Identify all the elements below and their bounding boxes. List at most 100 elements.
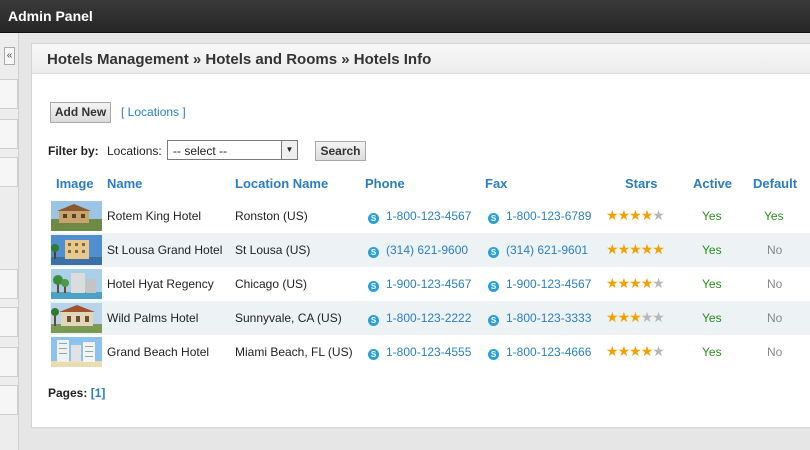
default-status: No (767, 311, 783, 325)
star-filled-icon: ★ (629, 207, 642, 223)
add-new-button[interactable]: Add New (50, 102, 111, 123)
star-filled-icon: ★ (640, 241, 654, 257)
hotel-thumbnail[interactable] (51, 269, 102, 299)
phone-link[interactable]: 1-800-123-4555 (386, 345, 471, 359)
star-filled-icon: ★ (640, 343, 654, 359)
star-empty-icon: ★ (652, 343, 665, 359)
column-header-stars[interactable]: Stars (625, 176, 658, 191)
star-filled-icon: ★ (617, 207, 631, 223)
default-status: No (767, 277, 783, 291)
table-row: St Lousa Grand Hotel St Lousa (US) S (314… (50, 233, 810, 267)
fax-cell[interactable]: S 1-800-123-6789 (488, 209, 591, 224)
sidebar-tab[interactable] (0, 157, 18, 187)
column-header-default[interactable]: Default (753, 176, 797, 191)
hotel-thumbnail[interactable] (51, 337, 102, 367)
column-header-active[interactable]: Active (693, 176, 732, 191)
table-row: Rotem King Hotel Ronston (US) S 1-800-123… (50, 199, 810, 233)
skype-icon[interactable]: S (368, 281, 379, 292)
skype-icon[interactable]: S (368, 315, 379, 326)
sidebar-tab[interactable] (0, 119, 18, 149)
star-filled-icon: ★ (606, 241, 619, 257)
phone-cell[interactable]: S 1-900-123-4567 (368, 277, 471, 292)
star-filled-icon: ★ (617, 343, 631, 359)
filter-label: Filter by: (48, 144, 99, 158)
panel-header: Hotels Management » Hotels and Rooms » H… (32, 44, 810, 74)
column-header-image[interactable]: Image (56, 176, 94, 191)
phone-link[interactable]: (314) 621-9600 (386, 243, 468, 257)
column-header-phone[interactable]: Phone (365, 176, 405, 191)
hotel-thumbnail[interactable] (51, 235, 102, 265)
hotel-thumbnail[interactable] (51, 303, 102, 333)
skype-icon[interactable]: S (368, 213, 379, 224)
page-link-1[interactable]: [1] (91, 386, 106, 400)
column-header-name[interactable]: Name (107, 176, 142, 191)
sidebar-tab[interactable] (0, 307, 18, 337)
fax-cell[interactable]: S (314) 621-9601 (488, 243, 588, 258)
phone-link[interactable]: 1-900-123-4567 (386, 277, 471, 291)
star-rating: ★★★★★ (606, 241, 665, 257)
location-name: Sunnyvale, CA (US) (235, 311, 342, 325)
hotel-name: Rotem King Hotel (107, 209, 202, 223)
sidebar: « (0, 33, 19, 450)
fax-cell[interactable]: S 1-900-123-4567 (488, 277, 591, 292)
sidebar-tab[interactable] (0, 385, 18, 415)
fax-link[interactable]: 1-900-123-4567 (506, 277, 591, 291)
column-header-fax[interactable]: Fax (485, 176, 507, 191)
phone-cell[interactable]: S 1-800-123-2222 (368, 311, 471, 326)
skype-icon[interactable]: S (368, 349, 379, 360)
search-button[interactable]: Search (315, 141, 366, 161)
sidebar-tab[interactable] (0, 269, 18, 299)
star-empty-icon: ★ (652, 275, 665, 291)
skype-icon[interactable]: S (488, 349, 499, 360)
default-status: Yes (764, 209, 784, 223)
active-status: Yes (702, 345, 722, 359)
sidebar-tab[interactable] (0, 79, 18, 109)
phone-cell[interactable]: S 1-800-123-4567 (368, 209, 471, 224)
sidebar-tab[interactable] (0, 347, 18, 377)
hotel-name: St Lousa Grand Hotel (107, 243, 223, 257)
active-status: Yes (702, 311, 722, 325)
pagination: Pages: [1] (48, 386, 105, 400)
star-filled-icon: ★ (617, 275, 631, 291)
locations-select[interactable]: -- select -- ▼ (167, 140, 298, 160)
location-name: Ronston (US) (235, 209, 308, 223)
star-empty-icon: ★ (652, 207, 665, 223)
chevron-down-icon[interactable]: ▼ (281, 141, 297, 159)
star-filled-icon: ★ (629, 309, 642, 325)
hotel-name: Hotel Hyat Regency (107, 277, 214, 291)
skype-icon[interactable]: S (488, 213, 499, 224)
active-status: Yes (702, 243, 722, 257)
locations-label: Locations: (107, 144, 162, 158)
phone-cell[interactable]: S (314) 621-9600 (368, 243, 468, 258)
table-row: Wild Palms Hotel Sunnyvale, CA (US) S 1-8… (50, 301, 810, 335)
fax-link[interactable]: 1-800-123-4666 (506, 345, 591, 359)
column-header-location[interactable]: Location Name (235, 176, 328, 191)
table-row: Hotel Hyat Regency Chicago (US) S 1-900-1… (50, 267, 810, 301)
skype-icon[interactable]: S (368, 247, 379, 258)
fax-cell[interactable]: S 1-800-123-3333 (488, 311, 591, 326)
star-filled-icon: ★ (606, 275, 619, 291)
skype-icon[interactable]: S (488, 315, 499, 326)
collapse-sidebar-button[interactable]: « (4, 47, 15, 65)
phone-link[interactable]: 1-800-123-2222 (386, 311, 471, 325)
hotel-thumbnail[interactable] (51, 201, 102, 231)
location-name: St Lousa (US) (235, 243, 311, 257)
table-row: Grand Beach Hotel Miami Beach, FL (US) S… (50, 335, 810, 369)
star-rating: ★★★★★ (606, 275, 665, 291)
star-filled-icon: ★ (606, 309, 619, 325)
skype-icon[interactable]: S (488, 281, 499, 292)
fax-link[interactable]: (314) 621-9601 (506, 243, 588, 257)
locations-link[interactable]: [ Locations ] (121, 105, 186, 119)
star-filled-icon: ★ (629, 241, 642, 257)
pages-label: Pages: (48, 386, 88, 400)
fax-cell[interactable]: S 1-800-123-4666 (488, 345, 591, 360)
fax-link[interactable]: 1-800-123-6789 (506, 209, 591, 223)
fax-link[interactable]: 1-800-123-3333 (506, 311, 591, 325)
phone-link[interactable]: 1-800-123-4567 (386, 209, 471, 223)
star-rating: ★★★★★ (606, 207, 665, 223)
hotel-name: Wild Palms Hotel (107, 311, 199, 325)
skype-icon[interactable]: S (488, 247, 499, 258)
location-name: Chicago (US) (235, 277, 308, 291)
star-filled-icon: ★ (629, 275, 642, 291)
phone-cell[interactable]: S 1-800-123-4555 (368, 345, 471, 360)
